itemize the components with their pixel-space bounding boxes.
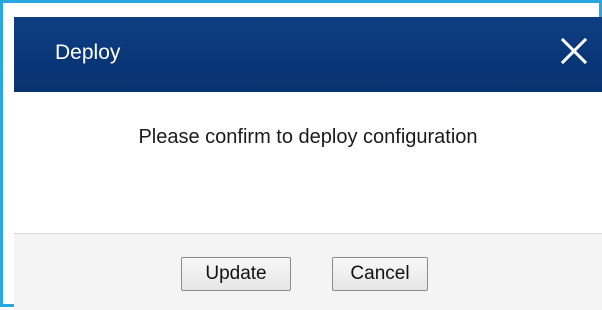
dialog-title: Deploy	[55, 41, 121, 64]
update-button[interactable]: Update	[181, 257, 291, 291]
dialog-footer: Update Cancel	[14, 233, 602, 310]
deploy-dialog: Deploy Please confirm to deploy configur…	[0, 0, 602, 310]
dialog-body: Please confirm to deploy configuration	[14, 92, 602, 233]
close-icon[interactable]	[560, 37, 588, 65]
dialog-titlebar: Deploy	[14, 17, 602, 92]
cancel-button[interactable]: Cancel	[332, 257, 428, 291]
confirm-message: Please confirm to deploy configuration	[138, 126, 478, 148]
